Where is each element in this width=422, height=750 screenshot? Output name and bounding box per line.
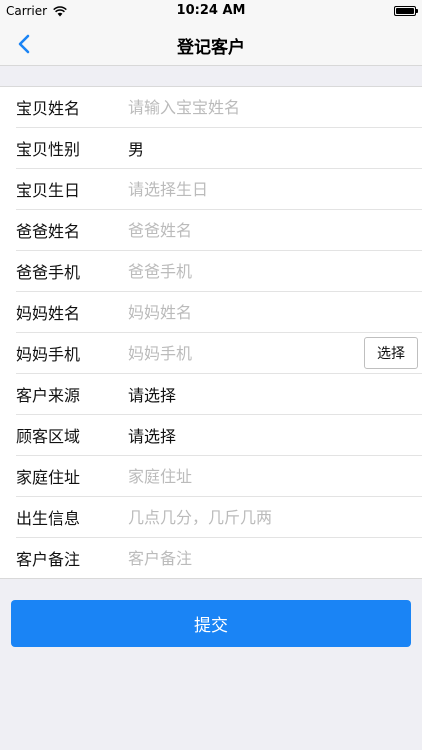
form-row-mother-name: 妈妈姓名 <box>16 292 422 333</box>
form-row-customer-source[interactable]: 客户来源 请选择 <box>16 374 422 415</box>
form-row-baby-birthday: 宝贝生日 <box>16 169 422 210</box>
customer-region-value[interactable]: 请选择 <box>128 423 176 447</box>
customer-form: 宝贝姓名 宝贝性别 男 宝贝生日 爸爸姓名 爸爸手机 妈妈姓名 妈妈手机 选择 … <box>0 86 422 579</box>
home-address-input[interactable] <box>128 466 358 486</box>
row-label: 妈妈姓名 <box>16 304 81 323</box>
row-label: 客户备注 <box>16 550 81 569</box>
select-contact-button[interactable]: 选择 <box>364 337 418 369</box>
form-row-father-name: 爸爸姓名 <box>16 210 422 251</box>
row-label: 宝贝性别 <box>16 140 81 159</box>
customer-note-input[interactable] <box>128 548 358 568</box>
status-bar: Carrier 10:24 AM <box>0 0 422 22</box>
form-row-baby-gender[interactable]: 宝贝性别 男 <box>16 128 422 169</box>
birth-info-input[interactable] <box>128 507 358 527</box>
form-row-customer-note: 客户备注 <box>16 538 422 578</box>
form-row-home-address: 家庭住址 <box>16 456 422 497</box>
mother-name-input[interactable] <box>128 302 358 322</box>
status-time: 10:24 AM <box>176 3 246 18</box>
form-row-baby-name: 宝贝姓名 <box>16 87 422 128</box>
customer-source-value[interactable]: 请选择 <box>128 382 176 406</box>
row-label: 出生信息 <box>16 509 81 528</box>
battery-icon <box>394 6 418 16</box>
father-name-input[interactable] <box>128 220 358 240</box>
row-label: 宝贝姓名 <box>16 99 81 118</box>
row-label: 顾客区域 <box>16 427 81 446</box>
status-right <box>394 5 418 19</box>
row-label: 客户来源 <box>16 386 81 405</box>
father-phone-input[interactable] <box>128 261 358 281</box>
nav-bar: 登记客户 <box>0 22 422 66</box>
row-label: 家庭住址 <box>16 468 81 487</box>
mother-phone-input[interactable] <box>128 343 358 363</box>
page-title: 登记客户 <box>177 38 245 58</box>
form-row-birth-info: 出生信息 <box>16 497 422 538</box>
row-label: 爸爸姓名 <box>16 222 81 241</box>
baby-name-input[interactable] <box>128 97 358 117</box>
row-label: 爸爸手机 <box>16 263 81 282</box>
baby-birthday-input[interactable] <box>128 179 358 199</box>
row-label: 宝贝生日 <box>16 181 81 200</box>
row-label: 妈妈手机 <box>16 345 81 364</box>
form-row-father-phone: 爸爸手机 <box>16 251 422 292</box>
form-row-mother-phone: 妈妈手机 选择 <box>16 333 422 374</box>
form-row-customer-region[interactable]: 顾客区域 请选择 <box>16 415 422 456</box>
submit-button[interactable]: 提交 <box>11 600 411 647</box>
baby-gender-value[interactable]: 男 <box>128 136 144 160</box>
